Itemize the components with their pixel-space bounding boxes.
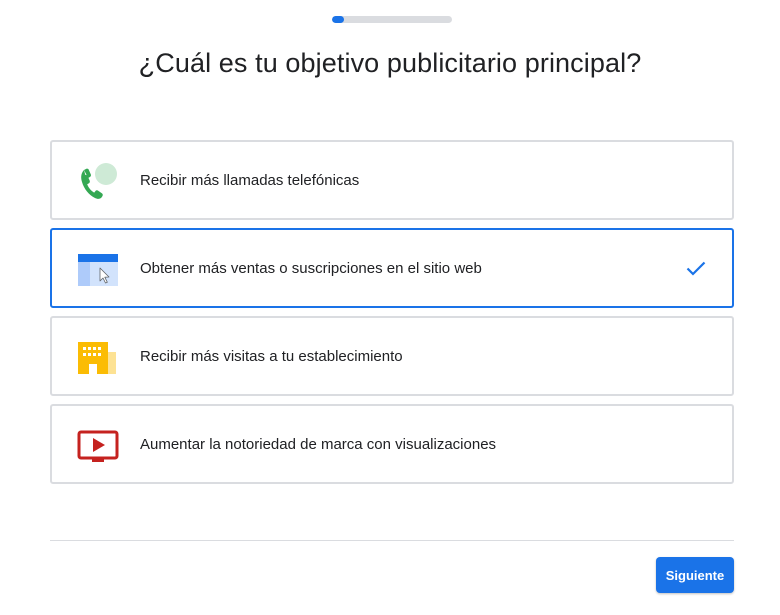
- video-play-icon: [76, 426, 120, 466]
- option-label: Recibir más visitas a tu establecimiento: [140, 347, 403, 365]
- next-button[interactable]: Siguiente: [656, 557, 734, 593]
- option-store-visits[interactable]: Recibir más visitas a tu establecimiento: [50, 316, 734, 396]
- option-brand-awareness[interactable]: Aumentar la notoriedad de marca con visu…: [50, 404, 734, 484]
- goal-options-list: Recibir más llamadas telefónicas Obtener…: [50, 140, 734, 492]
- option-phone-calls[interactable]: Recibir más llamadas telefónicas: [50, 140, 734, 220]
- phone-call-icon: [76, 162, 120, 202]
- page-title: ¿Cuál es tu objetivo publicitario princi…: [138, 48, 642, 78]
- option-label: Obtener más ventas o suscripciones en el…: [140, 259, 482, 277]
- footer-divider: [50, 540, 734, 541]
- storefront-icon: [76, 338, 120, 378]
- option-label: Recibir más llamadas telefónicas: [140, 171, 360, 189]
- progress-bar: [332, 16, 452, 23]
- check-icon: [684, 256, 708, 280]
- option-website-sales[interactable]: Obtener más ventas o suscripciones en el…: [50, 228, 734, 308]
- website-click-icon: [76, 250, 120, 290]
- option-label: Aumentar la notoriedad de marca con visu…: [140, 435, 497, 453]
- progress-fill: [332, 16, 344, 23]
